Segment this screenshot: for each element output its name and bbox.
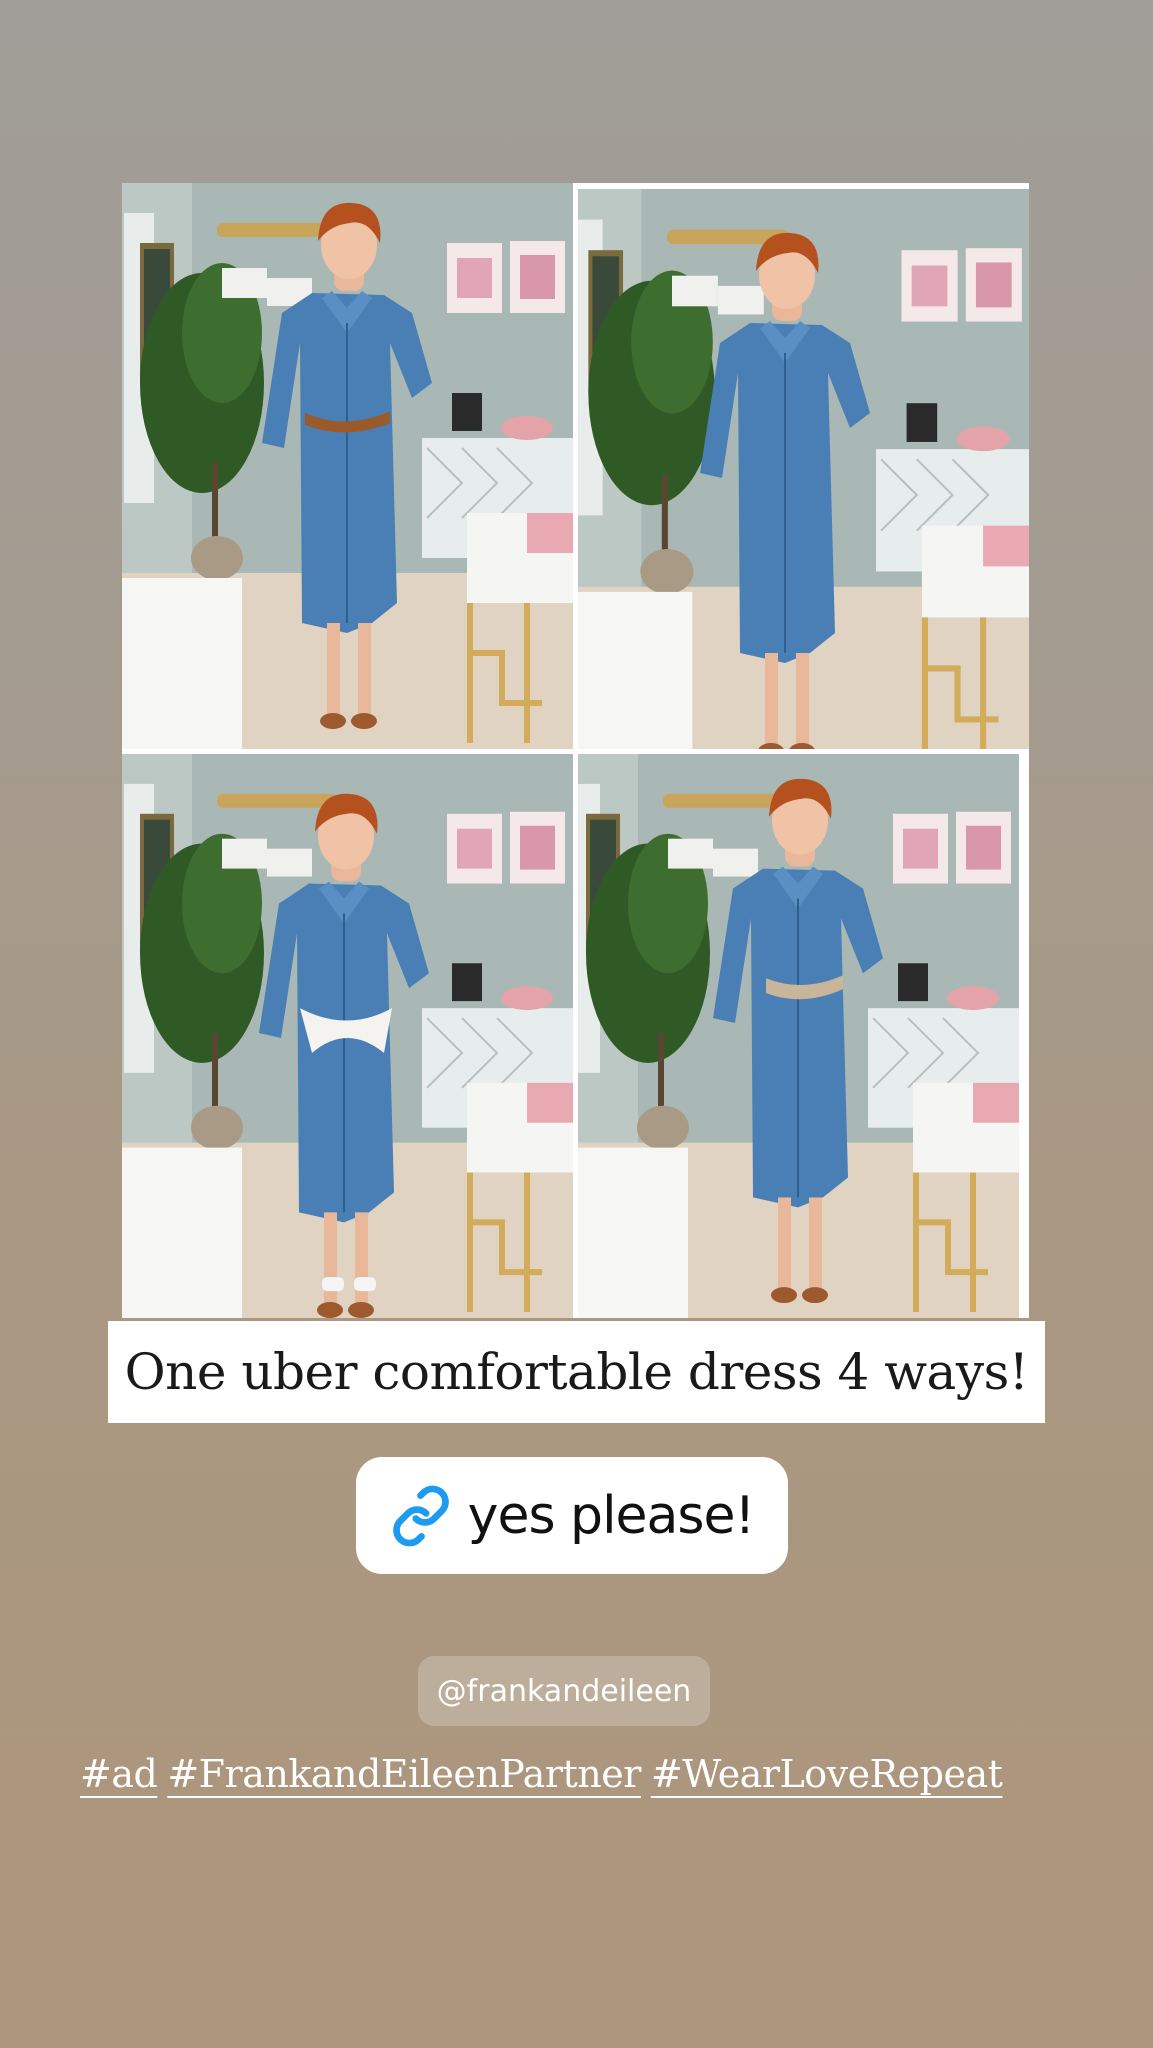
hashtag-link[interactable]: #ad (80, 1752, 158, 1796)
link-sticker[interactable]: yes please! (356, 1457, 788, 1574)
link-icon (390, 1485, 452, 1547)
hashtag-row: #ad #FrankandEileenPartner #WearLoveRepe… (80, 1752, 1080, 1812)
outfit-photo-3 (122, 754, 573, 1318)
hashtag-link[interactable]: #WearLoveRepeat (651, 1752, 1003, 1796)
hashtag-link[interactable]: #FrankandEileenPartner (167, 1752, 641, 1796)
link-sticker-label: yes please! (467, 1485, 756, 1546)
outfit-photo-1 (122, 183, 573, 749)
caption-text: One uber comfortable dress 4 ways! (108, 1321, 1045, 1423)
mention-sticker[interactable]: @frankandeileen (418, 1656, 710, 1726)
outfit-photo-2 (578, 183, 1029, 749)
outfit-photo-4 (578, 754, 1029, 1318)
outfit-collage (122, 183, 1029, 1318)
